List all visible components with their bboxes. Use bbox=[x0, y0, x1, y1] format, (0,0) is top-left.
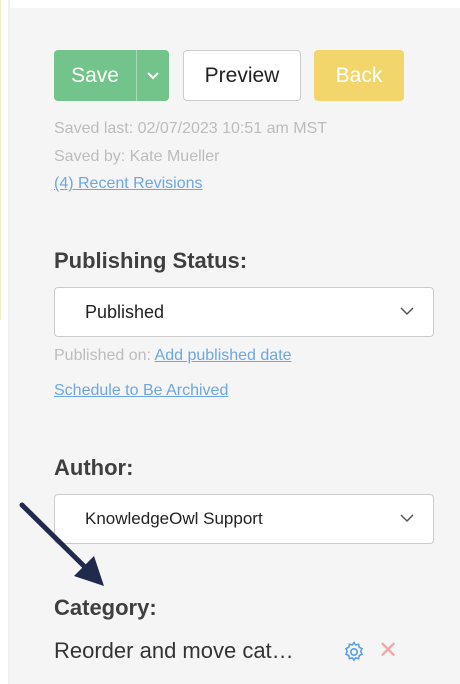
save-button-group: Save bbox=[54, 50, 169, 101]
category-settings-button[interactable] bbox=[342, 640, 366, 669]
publishing-status-heading: Publishing Status: bbox=[54, 248, 248, 273]
add-published-date-link[interactable]: Add published date bbox=[155, 347, 292, 364]
article-settings-panel bbox=[10, 8, 460, 684]
category-value: Reorder and move cat… bbox=[54, 638, 294, 663]
published-on-label: Published on: bbox=[54, 347, 151, 364]
category-heading: Category: bbox=[54, 595, 157, 620]
author-heading: Author: bbox=[54, 455, 134, 480]
schedule-archive-link[interactable]: Schedule to Be Archived bbox=[54, 382, 228, 400]
publishing-status-select[interactable]: Published bbox=[54, 287, 434, 337]
saved-last-text: Saved last: 02/07/2023 10:51 am MST bbox=[54, 120, 328, 137]
preview-button[interactable]: Preview bbox=[183, 50, 301, 101]
recent-revisions-link[interactable]: (4) Recent Revisions bbox=[54, 175, 203, 193]
saved-by-text: Saved by: Kate Mueller bbox=[54, 148, 220, 165]
category-remove-button[interactable]: ✕ bbox=[378, 636, 398, 665]
published-on-row: Published on: Add published date bbox=[54, 347, 292, 365]
author-select[interactable]: KnowledgeOwl Support bbox=[54, 494, 434, 544]
chevron-down-icon bbox=[400, 307, 414, 316]
page-edge-rule bbox=[0, 0, 1, 320]
back-button[interactable]: Back bbox=[314, 50, 404, 101]
author-value: KnowledgeOwl Support bbox=[85, 509, 263, 528]
chevron-down-icon bbox=[400, 514, 414, 523]
publishing-status-value: Published bbox=[85, 302, 165, 322]
save-button[interactable]: Save bbox=[54, 50, 136, 101]
chevron-down-icon bbox=[147, 71, 159, 79]
save-options-button[interactable] bbox=[137, 50, 169, 101]
gear-icon bbox=[344, 641, 364, 662]
close-icon: ✕ bbox=[378, 637, 399, 664]
